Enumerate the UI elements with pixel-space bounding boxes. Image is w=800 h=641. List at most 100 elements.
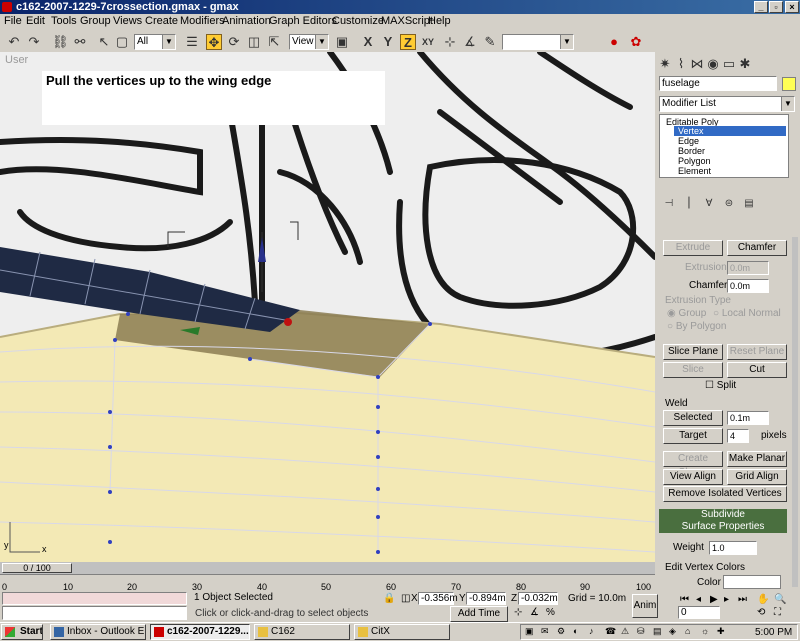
maximize-button[interactable]: ▫: [769, 1, 783, 13]
pivot-center-icon[interactable]: ▣: [334, 34, 350, 50]
menu-graph-editors[interactable]: Graph Editors: [269, 15, 337, 27]
orbit-icon[interactable]: ⟲: [757, 607, 765, 618]
current-frame-field[interactable]: 0: [678, 606, 720, 619]
tray-icon[interactable]: ✚: [717, 626, 725, 637]
slice-plane-button[interactable]: Slice Plane: [663, 344, 723, 360]
tray-icon[interactable]: ◐: [573, 626, 578, 636]
tray-icon[interactable]: ⌂: [685, 626, 690, 636]
tray-icon[interactable]: ◈: [669, 626, 676, 637]
tray-icon[interactable]: ☎: [605, 626, 616, 637]
menu-create[interactable]: Create: [145, 15, 178, 27]
stack-item-edge[interactable]: Edge: [678, 136, 699, 146]
maximize-viewport-icon[interactable]: ⛶: [774, 607, 781, 618]
anim-mode-button[interactable]: Anim: [632, 594, 658, 618]
play-icon[interactable]: ▶: [710, 594, 718, 605]
time-slider-track[interactable]: 0 / 100: [0, 562, 655, 574]
coord-y-field[interactable]: -0.894m: [466, 592, 506, 605]
tray-icon[interactable]: ▣: [525, 626, 534, 637]
menu-modifiers[interactable]: Modifiers: [180, 15, 225, 27]
object-color-swatch[interactable]: [782, 77, 796, 91]
panel-scrollbar[interactable]: [792, 237, 798, 587]
move-icon[interactable]: ✥: [206, 34, 222, 50]
rotate-icon[interactable]: ⟳: [226, 34, 242, 50]
grid-align-button[interactable]: Grid Align: [727, 469, 787, 485]
snap-toggle-icon[interactable]: ⊹: [514, 607, 522, 618]
tray-icon[interactable]: ⚠: [621, 626, 629, 637]
hierarchy-tab-icon[interactable]: ⋈: [689, 56, 705, 72]
configure-sets-icon[interactable]: ▤: [741, 196, 757, 212]
reference-coord-dropdown[interactable]: View ▼: [289, 34, 329, 50]
stack-item-element[interactable]: Element: [678, 166, 711, 176]
tray-icon[interactable]: ♪: [589, 626, 594, 636]
perspective-viewport[interactable]: User Pull the vertices up to the wing ed…: [0, 52, 655, 562]
lock-selection-icon[interactable]: 🔒: [383, 593, 395, 604]
tray-icon[interactable]: ☼: [701, 626, 709, 636]
create-tab-icon[interactable]: ✷: [657, 56, 673, 72]
snap-icon[interactable]: ⊹: [442, 34, 458, 50]
menu-help[interactable]: Help: [428, 15, 451, 27]
maxscript-input[interactable]: [2, 606, 187, 620]
remove-modifier-icon[interactable]: ⊜: [721, 196, 737, 212]
select-icon[interactable]: ↖: [96, 34, 112, 50]
transform-mode-icon[interactable]: ◫: [401, 593, 410, 604]
start-button[interactable]: Start: [1, 624, 43, 640]
local-normal-radio[interactable]: ○ Local Normal: [713, 308, 781, 319]
angle-snap-icon[interactable]: ∡: [462, 34, 478, 50]
group-radio[interactable]: ◉ Group: [667, 308, 706, 319]
show-end-result-icon[interactable]: ⎮: [681, 196, 697, 212]
stack-item-border[interactable]: Border: [678, 146, 705, 156]
remove-isolated-vertices-button[interactable]: Remove Isolated Vertices: [663, 486, 787, 502]
weight-spinner[interactable]: 1.0: [709, 541, 757, 555]
coord-x-field[interactable]: -0.356m: [418, 592, 458, 605]
menu-animation[interactable]: Animation: [222, 15, 271, 27]
stack-item-polygon[interactable]: Polygon: [678, 156, 711, 166]
angle-snap-toggle-icon[interactable]: ∡: [530, 607, 539, 618]
timeline-ruler[interactable]: 0 10 20 30 40 50 60 70 80 90 100: [0, 574, 655, 593]
maxscript-listener[interactable]: [2, 592, 187, 605]
taskbar-item-outlook[interactable]: Inbox - Outlook E...: [50, 624, 146, 640]
zoom-icon[interactable]: 🔍: [774, 594, 786, 605]
cut-button[interactable]: Cut: [727, 362, 787, 378]
unlink-icon[interactable]: ⚯: [72, 34, 88, 50]
slice-button[interactable]: Slice: [663, 362, 723, 378]
surface-properties-rollout[interactable]: Surface Properties: [659, 521, 787, 533]
clock[interactable]: 5:00 PM: [755, 627, 792, 638]
make-planar-button[interactable]: Make Planar: [727, 451, 787, 467]
chamfer-spinner[interactable]: 0.0m: [727, 279, 769, 293]
menu-group[interactable]: Group: [80, 15, 111, 27]
taskbar-item-citx[interactable]: CitX: [354, 624, 450, 640]
menu-maxscript[interactable]: MAXScript: [381, 15, 433, 27]
prev-frame-icon[interactable]: ◂: [696, 594, 701, 605]
make-unique-icon[interactable]: ∀: [701, 196, 717, 212]
taskbar-item-gmax[interactable]: c162-2007-1229...: [150, 624, 250, 640]
next-frame-icon[interactable]: ▸: [724, 594, 729, 605]
goto-start-icon[interactable]: ⏮: [680, 594, 689, 605]
taskbar-item-c162[interactable]: C162: [254, 624, 350, 640]
tray-icon[interactable]: ⚙: [557, 626, 565, 637]
axis-z-button[interactable]: Z: [400, 34, 416, 50]
by-polygon-radio[interactable]: ○ By Polygon: [667, 321, 726, 332]
coord-z-field[interactable]: -0.032m: [518, 592, 558, 605]
extrusion-spinner[interactable]: 0.0m: [727, 261, 769, 275]
weld-threshold-spinner[interactable]: 0.1m: [727, 411, 769, 425]
object-name-field[interactable]: fuselage: [659, 76, 777, 91]
tray-icon[interactable]: ⛁: [637, 626, 645, 637]
axis-x-button[interactable]: X: [360, 34, 376, 50]
vertex-color-swatch[interactable]: [723, 575, 781, 589]
stack-item-vertex[interactable]: Vertex: [674, 126, 786, 136]
axis-y-button[interactable]: Y: [380, 34, 396, 50]
menu-edit[interactable]: Edit: [26, 15, 45, 27]
utilities-tab-icon[interactable]: ✱: [737, 56, 753, 72]
select-region-icon[interactable]: ▢: [114, 34, 130, 50]
scale-icon[interactable]: ◫: [246, 34, 262, 50]
menu-file[interactable]: File: [4, 15, 22, 27]
view-align-button[interactable]: View Align: [663, 469, 723, 485]
redo-icon[interactable]: ↷: [26, 34, 42, 50]
pan-icon[interactable]: ✋: [757, 594, 769, 605]
chamfer-button[interactable]: Chamfer: [727, 240, 787, 256]
selection-filter-dropdown[interactable]: All ▼: [134, 34, 176, 50]
select-by-name-icon[interactable]: ☰: [184, 34, 200, 50]
tray-icon[interactable]: ▤: [653, 626, 662, 637]
pin-stack-icon[interactable]: ⊣: [661, 196, 677, 212]
link-icon[interactable]: ⛓: [52, 34, 69, 50]
